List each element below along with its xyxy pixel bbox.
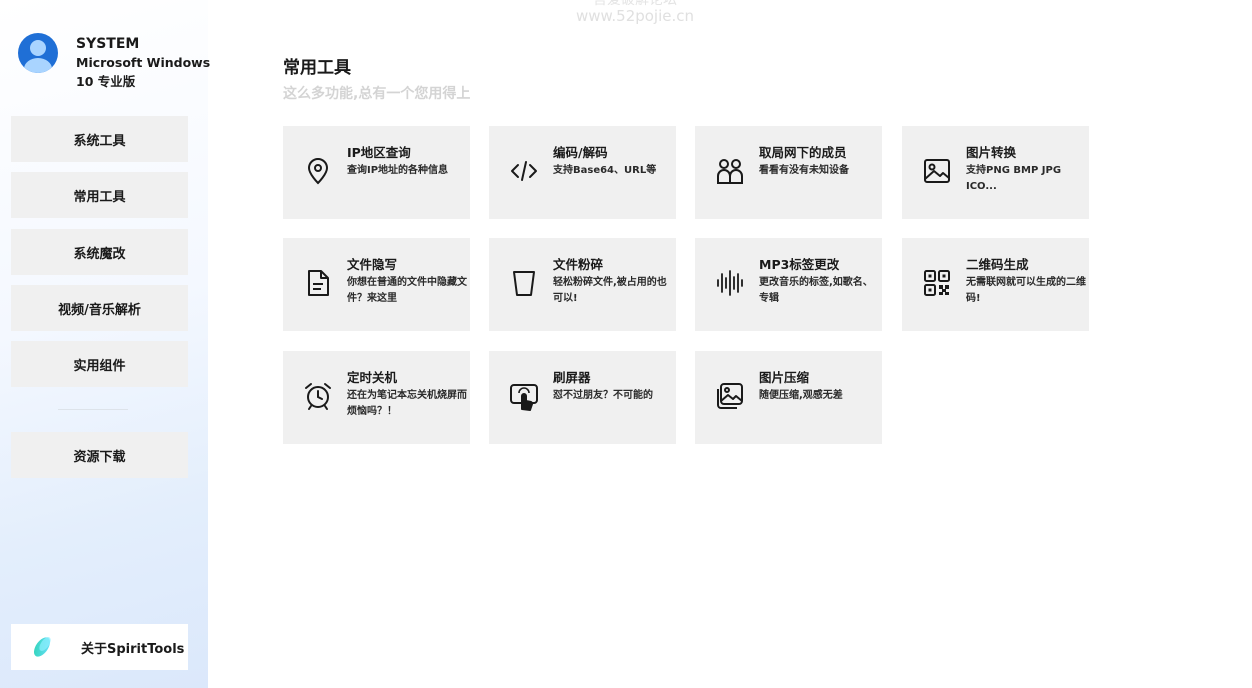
card-desc: 随便压缩,观感无差 — [759, 390, 843, 401]
tool-card-image-convert[interactable]: 图片转换 支持PNG BMP JPG ICO... — [902, 126, 1089, 219]
card-desc: 还在为笔记本忘关机烧屏而烦恼吗？！ — [347, 390, 467, 417]
card-title: 刷屏器 — [553, 370, 591, 385]
document-icon — [308, 270, 329, 296]
image-stack-icon — [717, 383, 743, 409]
card-title: 取局网下的成员 — [759, 145, 847, 160]
sidebar-item-system-tools[interactable]: 系统工具 — [11, 116, 188, 162]
sidebar-item-label: 系统工具 — [73, 133, 126, 149]
page-subtitle: 这么多功能,总有一个您用得上 — [283, 86, 471, 102]
sidebar-item-label: 资源下载 — [73, 449, 126, 465]
user-name: SYSTEM — [76, 36, 140, 52]
user-os-edition: 10 专业版 — [76, 74, 136, 89]
tool-card-spammer[interactable]: 刷屏器 怼不过朋友？不可能的 — [489, 351, 676, 444]
card-title: MP3标签更改 — [759, 257, 840, 272]
card-title: 图片压缩 — [759, 370, 810, 385]
touch-screen-icon — [510, 384, 538, 411]
card-title: IP地区查询 — [347, 145, 411, 160]
tool-card-image-compress[interactable]: 图片压缩 随便压缩,观感无差 — [695, 351, 882, 444]
qr-code-icon — [924, 270, 950, 296]
soundwave-icon — [717, 270, 743, 296]
tool-card-lan-members[interactable]: 取局网下的成员 看看有没有未知设备 — [695, 126, 882, 219]
card-title: 定时关机 — [347, 370, 398, 385]
page-title: 常用工具 — [283, 58, 351, 78]
sidebar-item-components[interactable]: 实用组件 — [11, 341, 188, 387]
watermark: 吾爱破解论坛 www.52pojie.cn — [565, 0, 705, 24]
card-desc: 轻松粉碎文件,被占用的也可以! — [553, 277, 667, 304]
card-title: 编码/解码 — [553, 145, 608, 160]
sidebar-item-label: 视频/音乐解析 — [58, 302, 141, 318]
alarm-clock-icon — [305, 383, 331, 410]
avatar — [18, 33, 58, 73]
spirittools-logo-icon — [34, 637, 51, 657]
tool-card-ip-lookup[interactable]: IP地区查询 查询IP地址的各种信息 — [283, 126, 470, 219]
code-icon — [511, 161, 537, 181]
card-desc: 你想在普通的文件中隐藏文件？来这里 — [347, 277, 467, 304]
sidebar-item-label: 常用工具 — [73, 189, 126, 205]
tool-card-qr-generator[interactable]: 二维码生成 无需联网就可以生成的二维码! — [902, 238, 1089, 331]
tool-card-encode-decode[interactable]: 编码/解码 支持Base64、URL等 — [489, 126, 676, 219]
sidebar-item-media-parse[interactable]: 视频/音乐解析 — [11, 285, 188, 331]
card-title: 图片转换 — [966, 145, 1017, 160]
image-icon — [924, 159, 950, 183]
tool-card-mp3-tags[interactable]: MP3标签更改 更改音乐的标签,如歌名、专辑 — [695, 238, 882, 331]
user-info: SYSTEM Microsoft Windows 10 专业版 — [18, 33, 210, 91]
watermark-line2: www.52pojie.cn — [575, 7, 695, 25]
about-button[interactable]: 关于SpiritTools — [11, 624, 188, 670]
card-desc: 无需联网就可以生成的二维码! — [966, 277, 1086, 304]
people-icon — [717, 159, 743, 184]
location-pin-icon — [307, 158, 329, 185]
sidebar-item-system-mods[interactable]: 系统魔改 — [11, 229, 188, 275]
tool-card-file-steganography[interactable]: 文件隐写 你想在普通的文件中隐藏文件？来这里 — [283, 238, 470, 331]
sidebar-item-label: 系统魔改 — [73, 246, 126, 262]
user-os: Microsoft Windows — [76, 55, 211, 70]
card-desc: 查询IP地址的各种信息 — [347, 165, 449, 176]
tool-card-file-shredder[interactable]: 文件粉碎 轻松粉碎文件,被占用的也可以! — [489, 238, 676, 331]
about-label: 关于SpiritTools — [81, 641, 185, 657]
trash-icon — [513, 271, 535, 296]
card-title: 文件隐写 — [347, 257, 398, 272]
sidebar-item-common-tools[interactable]: 常用工具 — [11, 172, 188, 218]
sidebar-item-downloads[interactable]: 资源下载 — [11, 432, 188, 478]
card-desc: 更改音乐的标签,如歌名、专辑 — [759, 277, 873, 304]
card-title: 文件粉碎 — [553, 257, 604, 272]
card-desc: 看看有没有未知设备 — [759, 165, 849, 176]
sidebar-item-label: 实用组件 — [73, 358, 126, 374]
sidebar-divider — [58, 409, 128, 410]
card-desc: 怼不过朋友？不可能的 — [553, 390, 653, 401]
card-title: 二维码生成 — [966, 257, 1029, 272]
card-desc: 支持PNG BMP JPG ICO... — [966, 165, 1062, 192]
tool-card-scheduled-shutdown[interactable]: 定时关机 还在为笔记本忘关机烧屏而烦恼吗？！ — [283, 351, 470, 444]
card-desc: 支持Base64、URL等 — [553, 165, 657, 176]
sidebar: SYSTEM Microsoft Windows 10 专业版 系统工具 常用工… — [0, 0, 210, 688]
